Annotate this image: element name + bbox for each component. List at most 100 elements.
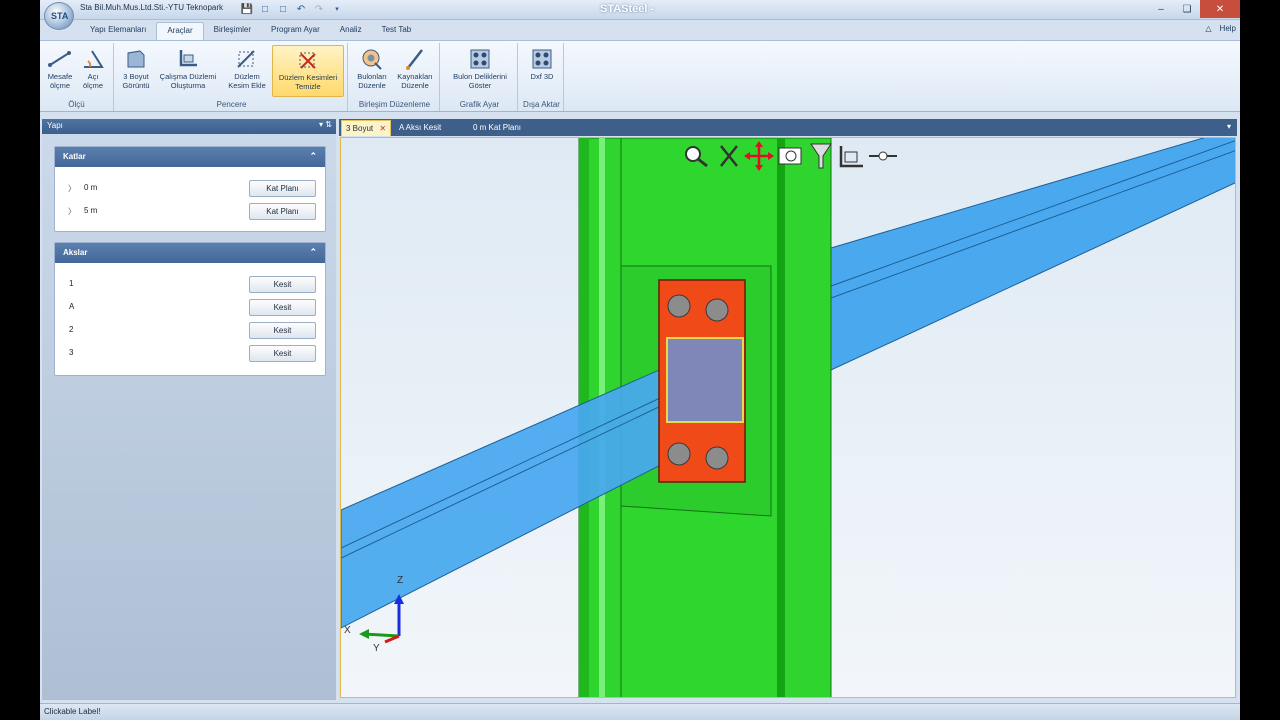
tab-birlesimler[interactable]: Birleşimler xyxy=(204,22,261,40)
akslar-box: Akslar ⌃ 1 Kesit A Kesit 2 Kesit 3 Kesit xyxy=(54,242,326,376)
axis-label: 3 xyxy=(69,348,74,357)
document-tabs: 3 Boyut ✕ A Aksı Kesit 0 m Kat Planı ▾ xyxy=(339,119,1237,136)
close-tab-icon[interactable]: ✕ xyxy=(379,124,386,133)
3d-view-icon xyxy=(127,50,145,68)
model-canvas[interactable]: Z X Y xyxy=(341,138,1236,698)
aci-label: Açı ölçme xyxy=(82,72,103,90)
axis-row: 3 Kesit xyxy=(55,342,325,365)
axis-label: A xyxy=(69,302,75,311)
tab-list-dropdown-icon[interactable]: ▾ xyxy=(1227,122,1231,131)
minimize-button[interactable]: – xyxy=(1148,0,1174,18)
uc-boyut-label: 3 Boyut Görüntü xyxy=(122,72,150,90)
duzlem-temizle-label: Düzlem Kesimleri Temizle xyxy=(278,73,338,91)
doc-tab-3d-label: 3 Boyut xyxy=(346,124,374,133)
doc-tab-a-aksi[interactable]: A Aksı Kesit xyxy=(395,120,445,136)
dxf-label: Dxf 3D xyxy=(530,72,554,81)
calisma-duzlemi-button[interactable]: Çalışma Düzlemi Oluşturma xyxy=(156,45,220,90)
app-logo[interactable]: STA xyxy=(44,2,74,30)
measure-angle-icon xyxy=(84,50,104,68)
undo-icon[interactable]: ↶ xyxy=(294,2,308,16)
panel-header: Yapı ▾ ⇅ xyxy=(42,119,336,134)
collapse-icon[interactable]: ⌃ xyxy=(309,151,317,162)
panel-dropdown-icon[interactable]: ▾ xyxy=(319,120,323,129)
window-controls: – ❏ ✕ xyxy=(1148,0,1240,18)
katlar-box: Katlar ⌃ 〉 0 m Kat Planı 〉 5 m Kat Planı xyxy=(54,146,326,232)
column-flange-right xyxy=(777,138,785,697)
axis-label: 2 xyxy=(69,325,74,334)
help-button[interactable]: Help xyxy=(1220,24,1236,33)
kat-plani-button[interactable]: Kat Planı xyxy=(249,203,316,220)
tab-program-ayar[interactable]: Program Ayar xyxy=(261,22,330,40)
uc-boyut-button[interactable]: 3 Boyut Görüntü xyxy=(118,45,154,90)
floor-row: 〉 0 m Kat Planı xyxy=(55,177,325,200)
zoom-window-icon[interactable] xyxy=(778,147,802,165)
bulon-delik-label: Bulon Deliklerini Göster xyxy=(453,72,507,90)
floor-row: 〉 5 m Kat Planı xyxy=(55,200,325,223)
beam-section[interactable] xyxy=(666,337,744,423)
kesit-button[interactable]: Kesit xyxy=(249,299,316,316)
duzlem-kesimleri-temizle-button[interactable]: Düzlem Kesimleri Temizle xyxy=(272,45,344,97)
status-bar: Clickable Label! xyxy=(40,703,1240,720)
katlar-title: Katlar xyxy=(63,152,86,161)
panel-buttons: ▾ ⇅ xyxy=(319,120,332,129)
open-file-icon[interactable]: □ xyxy=(276,2,290,16)
group-pencere: 3 Boyut Görüntü Çalışma Düzlemi Oluşturm… xyxy=(116,43,348,111)
ribbon-collapse-icon[interactable]: △ xyxy=(1205,24,1211,33)
axis-x-label: X xyxy=(344,625,351,636)
floor-label: 5 m xyxy=(84,206,98,215)
kaynaklari-duzenle-button[interactable]: Kaynakları Düzenle xyxy=(394,45,436,90)
bulonlari-duzenle-button[interactable]: Bulonları Düzenle xyxy=(352,45,392,90)
plane-cut-clear-icon xyxy=(299,52,316,69)
work-plane-icon xyxy=(179,50,197,67)
kesit-button[interactable]: Kesit xyxy=(249,345,316,362)
ribbon-tabs: Yapı Elemanları Araçlar Birleşimler Prog… xyxy=(80,22,421,40)
katlar-header[interactable]: Katlar ⌃ xyxy=(55,147,325,167)
group-label-grafik: Grafik Ayar xyxy=(459,100,500,109)
calisma-label: Çalışma Düzlemi Oluşturma xyxy=(159,72,217,90)
tab-araclar[interactable]: Araçlar xyxy=(156,22,204,40)
dxf-3d-button[interactable]: Dxf 3D xyxy=(524,45,560,81)
new-file-icon[interactable]: □ xyxy=(258,2,272,16)
3d-viewport[interactable]: Z X Y xyxy=(340,137,1236,698)
save-icon[interactable]: 💾 xyxy=(240,2,254,16)
kesit-button[interactable]: Kesit xyxy=(249,322,316,339)
redo-icon[interactable]: ↷ xyxy=(312,2,326,16)
bolt[interactable] xyxy=(667,442,691,466)
duzlem-kesim-ekle-button[interactable]: Düzlem Kesim Ekle xyxy=(224,45,270,90)
floor-icon: 〉 xyxy=(68,184,76,193)
axis-row: 1 Kesit xyxy=(55,273,325,296)
bolt[interactable] xyxy=(667,294,691,318)
collapse-icon[interactable]: ⌃ xyxy=(309,247,317,258)
kat-plani-button[interactable]: Kat Planı xyxy=(249,180,316,197)
mesafe-olcme-button[interactable]: Mesafe ölçme xyxy=(44,45,76,90)
axis-y-label: Y xyxy=(373,643,380,654)
tab-yapi-elemanlari[interactable]: Yapı Elemanları xyxy=(80,22,156,40)
group-grafik: Bulon Deliklerini Göster Grafik Ayar xyxy=(442,43,518,111)
bolt[interactable] xyxy=(705,298,729,322)
doc-tab-3d[interactable]: 3 Boyut ✕ xyxy=(341,120,392,136)
bulon-deliklerini-goster-button[interactable]: Bulon Deliklerini Göster xyxy=(446,45,514,90)
floor-icon: 〉 xyxy=(68,207,76,216)
tab-test[interactable]: Test Tab xyxy=(372,22,422,40)
group-label-disa: Dışa Aktar xyxy=(523,100,560,109)
group-label-olcu: Ölçü xyxy=(68,100,85,109)
axis-row: A Kesit xyxy=(55,296,325,319)
group-birlesim: Bulonları Düzenle Kaynakları Düzenle Bir… xyxy=(350,43,440,111)
group-label-pencere: Pencere xyxy=(216,100,247,109)
tab-analiz[interactable]: Analiz xyxy=(330,22,372,40)
akslar-header[interactable]: Akslar ⌃ xyxy=(55,243,325,263)
bolt-edit-icon xyxy=(362,49,382,70)
aci-olcme-button[interactable]: Açı ölçme xyxy=(78,45,108,90)
doc-tab-kat-plani[interactable]: 0 m Kat Planı xyxy=(469,120,525,136)
status-label[interactable]: Clickable Label! xyxy=(44,707,100,716)
pin-icon[interactable]: ⇅ xyxy=(325,120,332,129)
kesit-button[interactable]: Kesit xyxy=(249,276,316,293)
qat-dropdown-icon[interactable]: ▾ xyxy=(330,2,344,16)
bolt[interactable] xyxy=(705,446,729,470)
panel-title: Yapı xyxy=(47,121,63,130)
ribbon-right-controls: △ Help xyxy=(1205,24,1236,33)
close-button[interactable]: ✕ xyxy=(1200,0,1240,18)
logo-text: STA xyxy=(51,11,69,21)
maximize-button[interactable]: ❏ xyxy=(1174,0,1200,18)
weld-edit-icon xyxy=(406,49,423,70)
